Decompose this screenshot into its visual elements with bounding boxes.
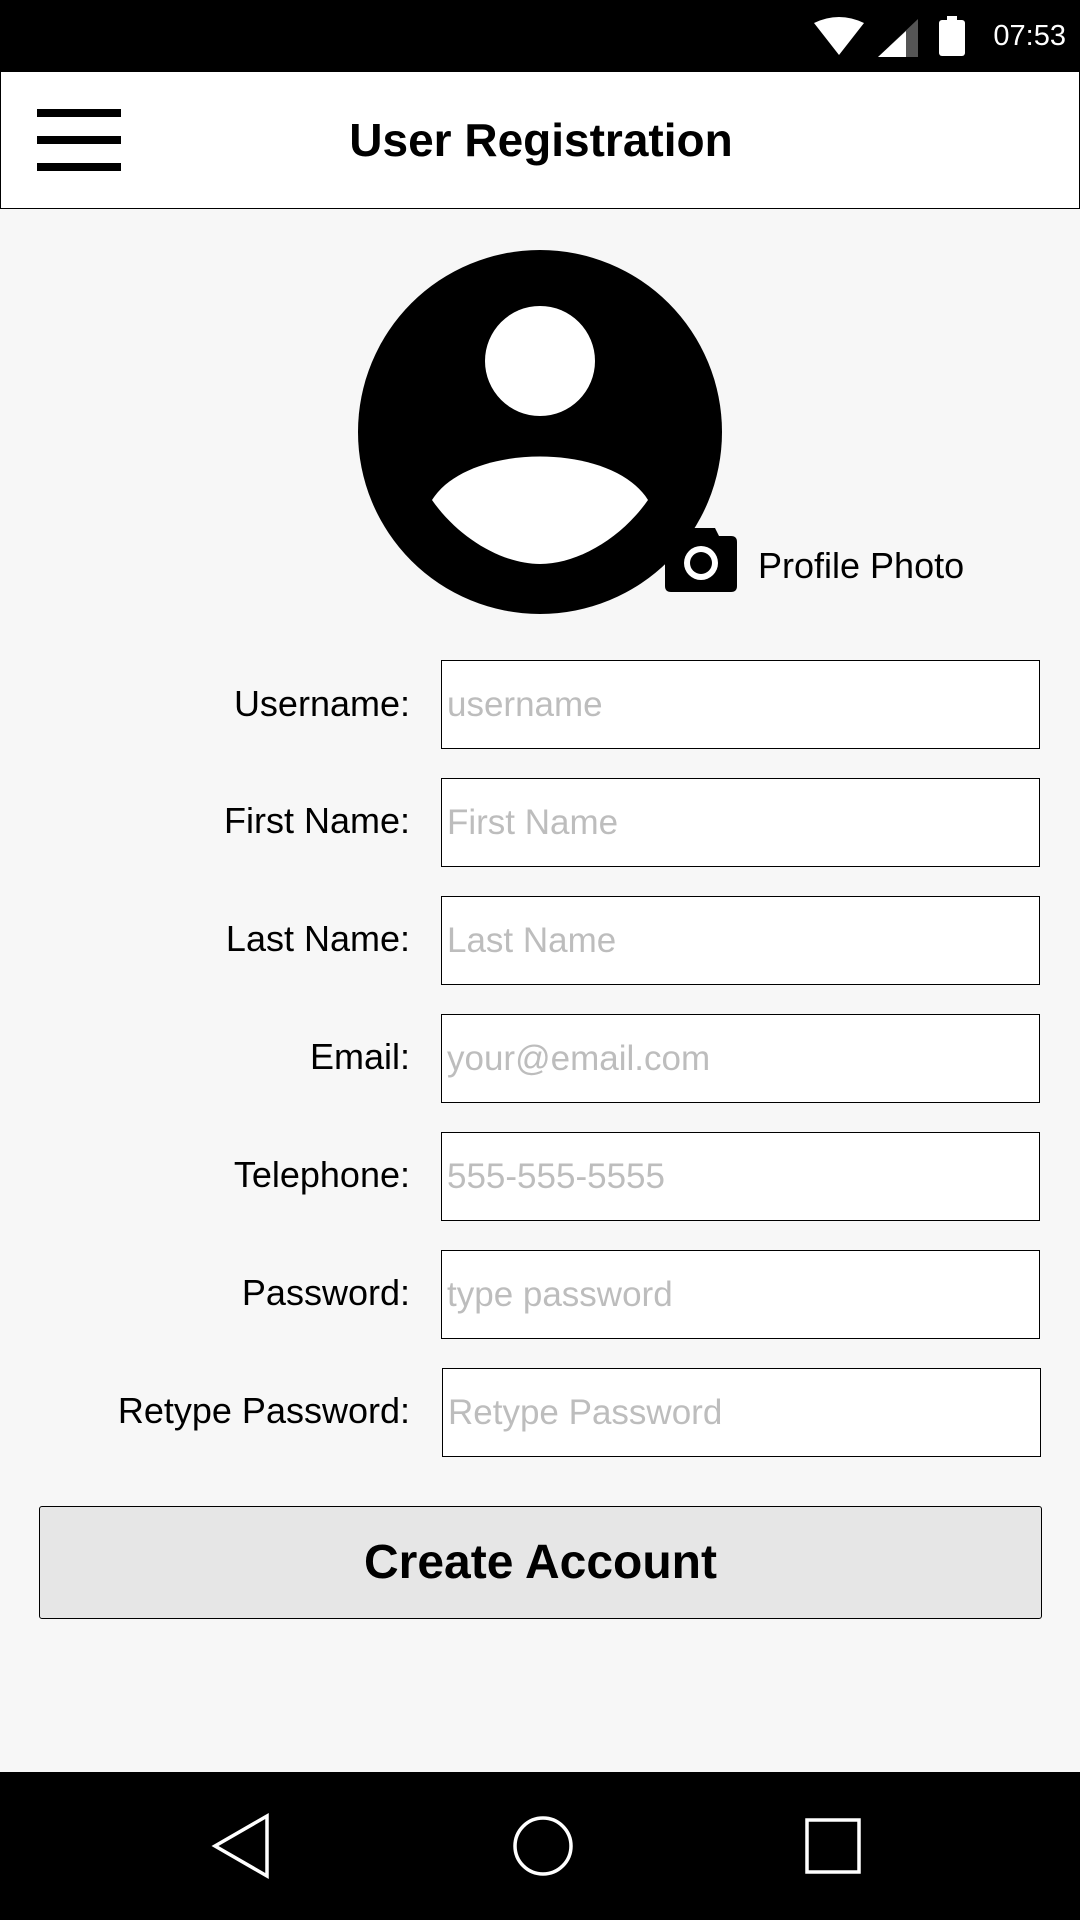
hamburger-menu-icon [37, 109, 121, 117]
cell-signal-icon [878, 19, 918, 57]
recents-icon[interactable] [793, 1806, 873, 1886]
navigation-bar [0, 1772, 1080, 1920]
hamburger-menu-icon [37, 163, 121, 171]
status-bar: 07:53 [0, 0, 1080, 72]
username-label: Username: [233, 683, 410, 724]
app-bar: User Registration [0, 72, 1080, 209]
username-input[interactable] [441, 660, 1040, 749]
page-title: User Registration [349, 114, 733, 166]
home-icon[interactable] [503, 1806, 583, 1886]
first-name-label: First Name: [223, 800, 410, 841]
first-name-input[interactable] [441, 778, 1040, 867]
hamburger-menu-icon [37, 136, 121, 144]
camera-icon[interactable] [665, 526, 737, 592]
create-account-button[interactable]: Create Account [39, 1506, 1042, 1619]
battery-icon [939, 16, 965, 56]
retype-password-label: Retype Password: [117, 1390, 410, 1431]
menu-button[interactable] [37, 109, 121, 171]
password-label: Password: [241, 1272, 410, 1313]
profile-photo-label: Profile Photo [758, 545, 965, 586]
last-name-label: Last Name: [225, 918, 410, 959]
password-input[interactable] [441, 1250, 1040, 1339]
status-time: 07:53 [993, 20, 1066, 52]
telephone-input[interactable] [441, 1132, 1040, 1221]
email-label: Email: [309, 1036, 410, 1077]
email-input[interactable] [441, 1014, 1040, 1103]
telephone-label: Telephone: [233, 1154, 410, 1195]
retype-password-input[interactable] [442, 1368, 1041, 1457]
back-icon[interactable] [202, 1806, 282, 1886]
wifi-icon [814, 17, 864, 55]
last-name-input[interactable] [441, 896, 1040, 985]
